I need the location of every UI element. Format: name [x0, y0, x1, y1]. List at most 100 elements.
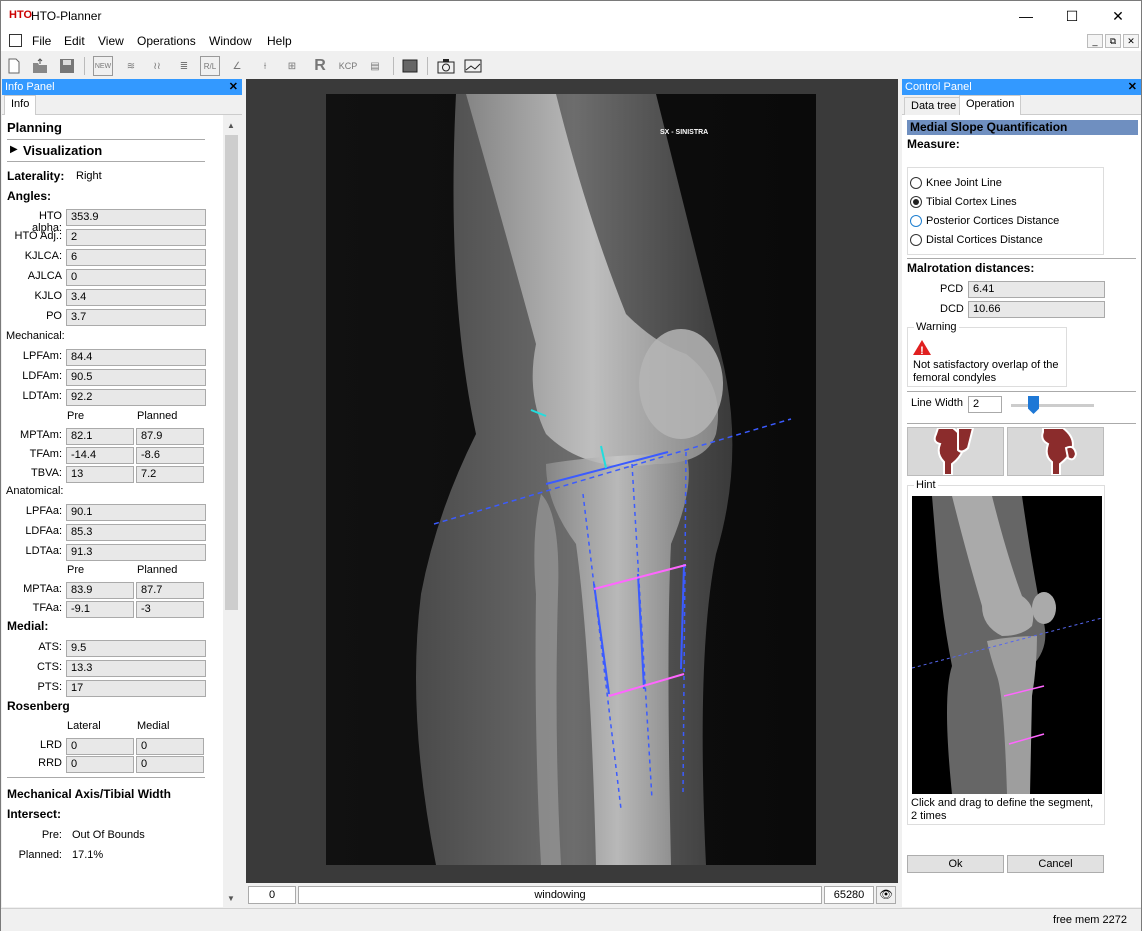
ldtaa-label: LDTAa:	[25, 545, 62, 557]
minimize-button[interactable]: —	[1003, 1, 1049, 31]
status-bar: free mem 2272	[1, 908, 1141, 931]
lpfaa-field: 90.1	[66, 504, 206, 521]
mdi-minimize-button[interactable]: _	[1087, 34, 1103, 48]
menu-view[interactable]: View	[98, 34, 124, 48]
control-panel: Control Panel ✕ Data tree Operation Medi…	[902, 79, 1141, 907]
menu-window[interactable]: Window	[209, 34, 252, 48]
lpfam-field: 84.4	[66, 349, 206, 366]
dcd-label: DCD	[940, 303, 964, 315]
grid-tool-icon[interactable]: ⊞	[282, 56, 302, 76]
report-icon[interactable]: ▤	[365, 56, 385, 76]
tbva-label: TBVA:	[31, 467, 62, 479]
line-width-slider-thumb[interactable]	[1028, 396, 1039, 414]
new-file-icon[interactable]	[4, 56, 24, 76]
knee-right-view-button[interactable]	[1007, 427, 1104, 476]
knee-left-view-button[interactable]	[907, 427, 1004, 476]
pts-label: PTS:	[37, 681, 62, 693]
menu-edit[interactable]: Edit	[64, 34, 85, 48]
hto-adj-field: 2	[66, 229, 206, 246]
planning-heading: Planning	[7, 120, 62, 135]
kjlca-label: KJLCA:	[24, 250, 62, 262]
open-icon[interactable]	[30, 56, 50, 76]
menu-help[interactable]: Help	[267, 34, 292, 48]
gray-box-icon[interactable]	[400, 56, 420, 76]
pre-column-header: Pre	[67, 410, 85, 422]
mdi-close-button[interactable]: ✕	[1123, 34, 1139, 48]
lpfam-label: LPFAm:	[22, 350, 62, 362]
info-panel-title: Info Panel	[5, 81, 55, 93]
kjlo-label: KJLO	[34, 290, 62, 302]
image-icon[interactable]	[463, 56, 483, 76]
stack-icon[interactable]: ≣	[174, 56, 194, 76]
menu-operations[interactable]: Operations	[137, 34, 196, 48]
visualization-heading[interactable]: Visualization	[23, 143, 102, 158]
info-panel: Info Panel ✕ Info Planning ▶ Visualizati…	[2, 79, 242, 907]
radio-distal-cortices[interactable]: Distal Cortices Distance	[910, 234, 1043, 246]
radio-tibial-cortex-lines[interactable]: Tibial Cortex Lines	[910, 196, 1017, 208]
scroll-up-icon[interactable]: ▲	[227, 121, 235, 130]
expand-arrow-icon[interactable]: ▶	[10, 144, 18, 155]
control-panel-title: Control Panel	[905, 81, 972, 93]
info-panel-close-icon[interactable]: ✕	[229, 79, 238, 95]
info-scrollbar[interactable]: ▲ ▼	[223, 115, 240, 907]
laterality-icon[interactable]: R/L	[200, 56, 220, 76]
medial-heading: Medial:	[7, 619, 49, 633]
mptaa-planned-field: 87.7	[136, 582, 204, 599]
kjlo-field: 3.4	[66, 289, 206, 306]
mdi-restore-button[interactable]: ⧉	[1105, 34, 1121, 48]
side-marker: SX - SINISTRA	[660, 129, 708, 136]
hto-adj-label: HTO Adj.:	[14, 230, 62, 242]
rrd-lateral-field: 0	[66, 756, 134, 773]
tab-info[interactable]: Info	[4, 95, 37, 116]
scroll-thumb[interactable]	[225, 135, 238, 610]
angle-tool-icon[interactable]: ∠	[227, 56, 247, 76]
wave-layers-icon[interactable]: ≀≀	[147, 56, 167, 76]
ajlca-label: AJLCA	[27, 270, 62, 282]
save-icon[interactable]	[57, 56, 77, 76]
title-bar: HTO HTO-Planner — ☐ ✕	[1, 1, 1141, 31]
mptam-planned-field: 87.9	[136, 428, 204, 445]
scroll-down-icon[interactable]: ▼	[227, 894, 235, 903]
po-field: 3.7	[66, 309, 206, 326]
warning-text: Not satisfactory overlap of the femoral …	[913, 359, 1059, 384]
close-button[interactable]: ✕	[1095, 1, 1141, 31]
info-panel-header: Info Panel ✕	[2, 79, 242, 95]
image-viewport[interactable]: SX - SINISTRA	[246, 79, 898, 883]
window-menu-icon[interactable]	[9, 34, 22, 47]
tab-operation[interactable]: Operation	[959, 95, 1022, 116]
cancel-button[interactable]: Cancel	[1007, 855, 1104, 873]
info-tabs: Info	[2, 95, 242, 116]
rrd-medial-field: 0	[136, 756, 204, 773]
bone-tool-icon[interactable]: ⟊	[255, 56, 275, 76]
info-scroll-area: Planning ▶ Visualization Laterality: Rig…	[2, 115, 240, 907]
camera-icon[interactable]	[436, 56, 456, 76]
window-min-field: 0	[248, 886, 296, 904]
ats-field: 9.5	[66, 640, 206, 657]
planned-column-header: Planned	[137, 410, 178, 422]
radio-posterior-cortices[interactable]: Posterior Cortices Distance	[910, 215, 1059, 227]
tfam-label: TFAm:	[29, 448, 62, 460]
mptaa-pre-field: 83.9	[66, 582, 134, 599]
ats-label: ATS:	[38, 641, 62, 653]
lrd-lateral-field: 0	[66, 738, 134, 755]
control-panel-close-icon[interactable]: ✕	[1128, 79, 1137, 95]
layers-icon[interactable]: ≋	[121, 56, 141, 76]
menu-file[interactable]: File	[32, 34, 51, 48]
planned-column-header-2: Planned	[137, 564, 178, 576]
medial-column-header: Medial	[137, 720, 170, 732]
kcp-tool-icon[interactable]: KCP	[336, 56, 360, 76]
eye-icon[interactable]: 👁	[876, 886, 896, 904]
xray-image[interactable]: SX - SINISTRA	[326, 94, 816, 865]
svg-text:!: !	[920, 345, 924, 356]
intersect-heading: Intersect:	[7, 807, 62, 821]
ok-button[interactable]: Ok	[907, 855, 1004, 873]
tab-data-tree[interactable]: Data tree	[904, 97, 964, 116]
dcd-field: 10.66	[968, 301, 1105, 318]
radio-knee-joint-line[interactable]: Knee Joint Line	[910, 177, 1002, 189]
rosenberg-tool-icon[interactable]: R	[310, 56, 330, 76]
maximize-button[interactable]: ☐	[1049, 1, 1095, 31]
lateral-column-header: Lateral	[67, 720, 101, 732]
line-width-slider-track[interactable]	[1011, 404, 1094, 407]
line-width-field[interactable]: 2	[968, 396, 1002, 413]
new-case-icon[interactable]: NEW	[93, 56, 113, 76]
